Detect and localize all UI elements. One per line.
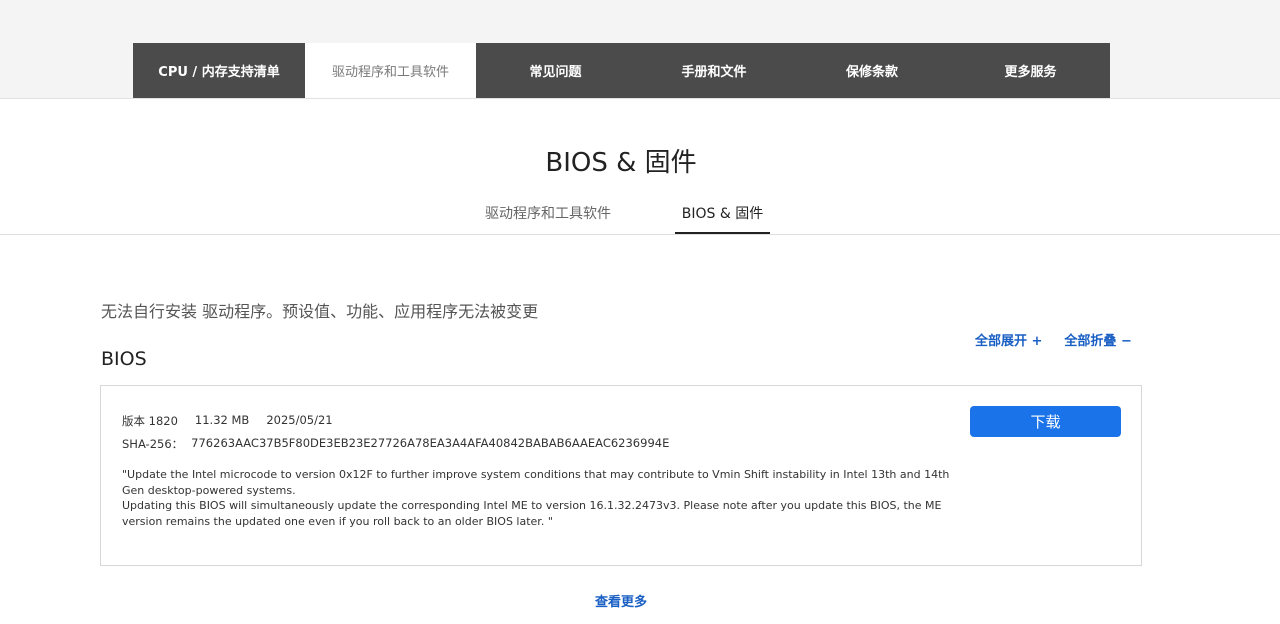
main-nav: CPU / 内存支持清单 驱动程序和工具软件 常见问题 手册和文件 保修条款 更… bbox=[133, 43, 1110, 98]
tab-drivers-tools[interactable]: 驱动程序和工具软件 bbox=[472, 198, 624, 234]
sha-row: SHA-256： 776263AAC37B5F80DE3EB23E27726A7… bbox=[122, 436, 669, 452]
expand-all-button[interactable]: 全部展开 + bbox=[975, 330, 1042, 349]
expand-controls: 全部展开 + 全部折叠 − bbox=[975, 330, 1132, 349]
view-more-link[interactable]: 查看更多 bbox=[595, 595, 647, 610]
collapse-all-button[interactable]: 全部折叠 − bbox=[1064, 330, 1131, 349]
section-title-bios: BIOS bbox=[101, 348, 147, 370]
nav-item-drivers-tools[interactable]: 驱动程序和工具软件 bbox=[305, 43, 476, 98]
tab-bios-firmware[interactable]: BIOS & 固件 bbox=[675, 198, 770, 234]
page-title: BIOS & 固件 bbox=[545, 148, 697, 178]
download-button[interactable]: 下载 bbox=[970, 406, 1121, 437]
install-notice: 无法自行安装 驱动程序。预设值、功能、应用程序无法被变更 bbox=[101, 302, 539, 321]
bios-version: 版本 1820 bbox=[122, 414, 178, 428]
bios-file-size: 11.32 MB bbox=[194, 413, 250, 427]
description-line: "Update the Intel microcode to version 0… bbox=[122, 468, 950, 497]
nav-item-more-services[interactable]: 更多服务 bbox=[951, 43, 1110, 98]
description-line: Updating this BIOS will simultaneously u… bbox=[122, 499, 942, 528]
sha-label: SHA-256： bbox=[122, 437, 184, 451]
nav-item-warranty[interactable]: 保修条款 bbox=[793, 43, 951, 98]
nav-item-manuals-docs[interactable]: 手册和文件 bbox=[635, 43, 793, 98]
nav-item-cpu-memory-support[interactable]: CPU / 内存支持清单 bbox=[133, 43, 305, 98]
sub-tabs: 驱动程序和工具软件 BIOS & 固件 bbox=[0, 198, 1280, 235]
bios-meta-row: 版本 1820 11.32 MB 2025/05/21 bbox=[122, 413, 333, 429]
bios-item-card: 版本 1820 11.32 MB 2025/05/21 SHA-256： 776… bbox=[100, 385, 1142, 566]
nav-item-faq[interactable]: 常见问题 bbox=[476, 43, 635, 98]
view-more-container: 查看更多 bbox=[0, 591, 1242, 610]
bios-release-date: 2025/05/21 bbox=[266, 413, 333, 427]
bios-description: "Update the Intel microcode to version 0… bbox=[122, 467, 962, 529]
sha-value: 776263AAC37B5F80DE3EB23E27726A78EA3A4AFA… bbox=[191, 436, 670, 450]
